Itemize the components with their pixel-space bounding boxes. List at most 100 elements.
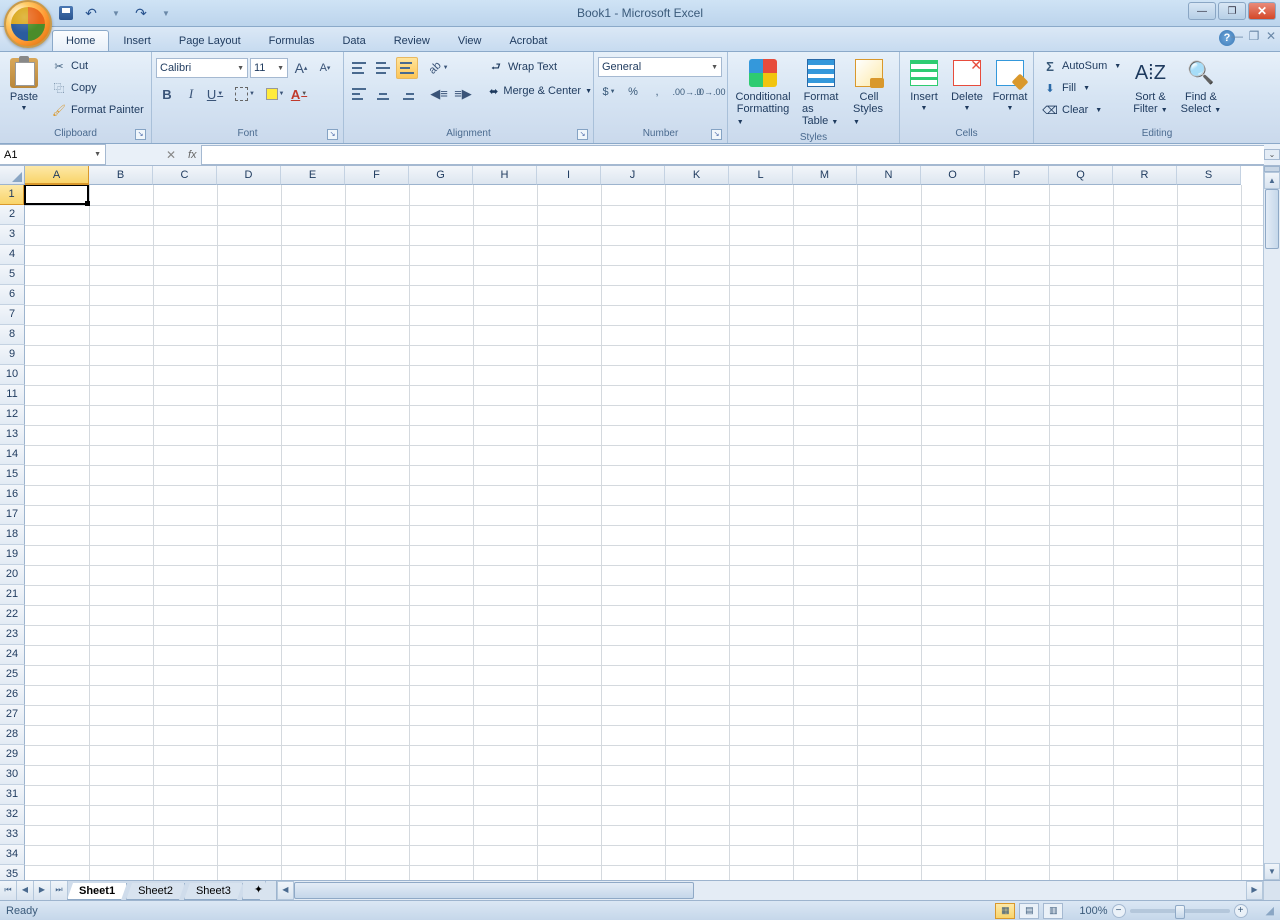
col-header-K[interactable]: K [665, 166, 729, 185]
sheet-tab-sheet3[interactable]: Sheet3 [184, 883, 243, 900]
row-header-23[interactable]: 23 [0, 625, 25, 645]
row-header-34[interactable]: 34 [0, 845, 25, 865]
row-header-2[interactable]: 2 [0, 205, 25, 225]
row-header-3[interactable]: 3 [0, 225, 25, 245]
row-header-4[interactable]: 4 [0, 245, 25, 265]
format-painter-button[interactable]: 🖌Format Painter [47, 100, 148, 120]
col-header-I[interactable]: I [537, 166, 601, 185]
qat-undo[interactable]: ↶ [81, 3, 101, 23]
cells-area[interactable] [25, 185, 1263, 880]
col-header-N[interactable]: N [857, 166, 921, 185]
name-box[interactable]: A1▼ [0, 144, 106, 165]
row-header-27[interactable]: 27 [0, 705, 25, 725]
comma-format-button[interactable]: , [646, 81, 668, 103]
row-header-21[interactable]: 21 [0, 585, 25, 605]
row-header-29[interactable]: 29 [0, 745, 25, 765]
page-break-view-button[interactable]: ▥ [1043, 903, 1063, 919]
qat-customize[interactable]: ▼ [156, 3, 176, 23]
font-color-button[interactable]: A▼ [288, 83, 310, 105]
col-header-B[interactable]: B [89, 166, 153, 185]
col-header-P[interactable]: P [985, 166, 1049, 185]
row-header-6[interactable]: 6 [0, 285, 25, 305]
row-header-11[interactable]: 11 [0, 385, 25, 405]
row-header-33[interactable]: 33 [0, 825, 25, 845]
vertical-scrollbar[interactable]: ▲ ▼ [1263, 166, 1280, 880]
cut-button[interactable]: ✂Cut [47, 56, 148, 76]
underline-button[interactable]: U▼ [204, 83, 226, 105]
expand-formula-bar[interactable]: ⌄ [1264, 149, 1280, 160]
italic-button[interactable]: I [180, 83, 202, 105]
col-header-D[interactable]: D [217, 166, 281, 185]
delete-cells-button[interactable]: Delete ▼ [947, 54, 987, 118]
row-header-9[interactable]: 9 [0, 345, 25, 365]
row-header-16[interactable]: 16 [0, 485, 25, 505]
vscroll-thumb[interactable] [1265, 189, 1279, 249]
resize-grip[interactable]: ◢ [1266, 904, 1274, 917]
wrap-text-button[interactable]: ⮐Wrap Text [484, 57, 596, 77]
row-header-19[interactable]: 19 [0, 545, 25, 565]
row-header-17[interactable]: 17 [0, 505, 25, 525]
cell-styles-button[interactable]: Cell Styles ▼ [848, 54, 890, 132]
tab-view[interactable]: View [444, 30, 496, 51]
decrease-indent-button[interactable]: ◀≡ [428, 83, 450, 105]
align-center-button[interactable] [372, 83, 394, 105]
sort-filter-button[interactable]: A⁞Z Sort & Filter ▼ [1128, 54, 1172, 120]
sheet-nav-next[interactable]: ▶ [34, 881, 51, 900]
row-header-25[interactable]: 25 [0, 665, 25, 685]
row-header-20[interactable]: 20 [0, 565, 25, 585]
fx-icon[interactable]: fx [188, 149, 197, 161]
col-header-G[interactable]: G [409, 166, 473, 185]
col-header-L[interactable]: L [729, 166, 793, 185]
fill-color-button[interactable]: ▼ [264, 83, 286, 105]
scroll-left-button[interactable]: ◀ [277, 881, 294, 900]
decrease-decimal-button[interactable]: .0→.00 [700, 81, 722, 103]
clipboard-launcher[interactable]: ↘ [135, 129, 146, 140]
fill-button[interactable]: ⬇Fill▼ [1038, 78, 1125, 98]
copy-button[interactable]: ⿻Copy [47, 78, 148, 98]
row-header-10[interactable]: 10 [0, 365, 25, 385]
row-header-1[interactable]: 1 [0, 185, 25, 205]
bold-button[interactable]: B [156, 83, 178, 105]
col-header-F[interactable]: F [345, 166, 409, 185]
hscroll-thumb[interactable] [294, 882, 694, 899]
row-header-35[interactable]: 35 [0, 865, 25, 880]
row-header-14[interactable]: 14 [0, 445, 25, 465]
alignment-launcher[interactable]: ↘ [577, 129, 588, 140]
tab-acrobat[interactable]: Acrobat [495, 30, 561, 51]
align-left-button[interactable] [348, 83, 370, 105]
sheet-nav-first[interactable]: ⏮ [0, 881, 17, 900]
row-header-15[interactable]: 15 [0, 465, 25, 485]
col-header-E[interactable]: E [281, 166, 345, 185]
office-button[interactable] [4, 0, 52, 48]
align-bottom-button[interactable] [396, 57, 418, 79]
normal-view-button[interactable]: ▦ [995, 903, 1015, 919]
find-select-button[interactable]: 🔍 Find & Select ▼ [1176, 54, 1227, 120]
font-launcher[interactable]: ↘ [327, 129, 338, 140]
format-cells-button[interactable]: Format ▼ [990, 54, 1030, 118]
font-size-combo[interactable]: 11▼ [250, 58, 288, 78]
row-header-18[interactable]: 18 [0, 525, 25, 545]
minimize-button[interactable]: — [1188, 2, 1216, 20]
col-header-Q[interactable]: Q [1049, 166, 1113, 185]
row-header-28[interactable]: 28 [0, 725, 25, 745]
percent-format-button[interactable]: % [622, 81, 644, 103]
row-header-26[interactable]: 26 [0, 685, 25, 705]
row-header-31[interactable]: 31 [0, 785, 25, 805]
tab-data[interactable]: Data [328, 30, 379, 51]
sheet-tab-sheet2[interactable]: Sheet2 [126, 883, 185, 900]
col-header-S[interactable]: S [1177, 166, 1241, 185]
row-header-8[interactable]: 8 [0, 325, 25, 345]
tab-insert[interactable]: Insert [109, 30, 165, 51]
border-button[interactable]: ▼ [234, 83, 256, 105]
tab-review[interactable]: Review [380, 30, 444, 51]
conditional-formatting-button[interactable]: Conditional Formatting ▼ [732, 54, 794, 132]
insert-cells-button[interactable]: Insert ▼ [904, 54, 944, 118]
scroll-up-button[interactable]: ▲ [1264, 172, 1280, 189]
close-button[interactable]: ✕ [1248, 2, 1276, 20]
row-header-5[interactable]: 5 [0, 265, 25, 285]
increase-decimal-button[interactable]: .00→.0 [676, 81, 698, 103]
qat-undo-more[interactable]: ▼ [106, 3, 126, 23]
doc-restore[interactable]: ❐ [1247, 30, 1261, 44]
scroll-down-button[interactable]: ▼ [1264, 863, 1280, 880]
align-right-button[interactable] [396, 83, 418, 105]
